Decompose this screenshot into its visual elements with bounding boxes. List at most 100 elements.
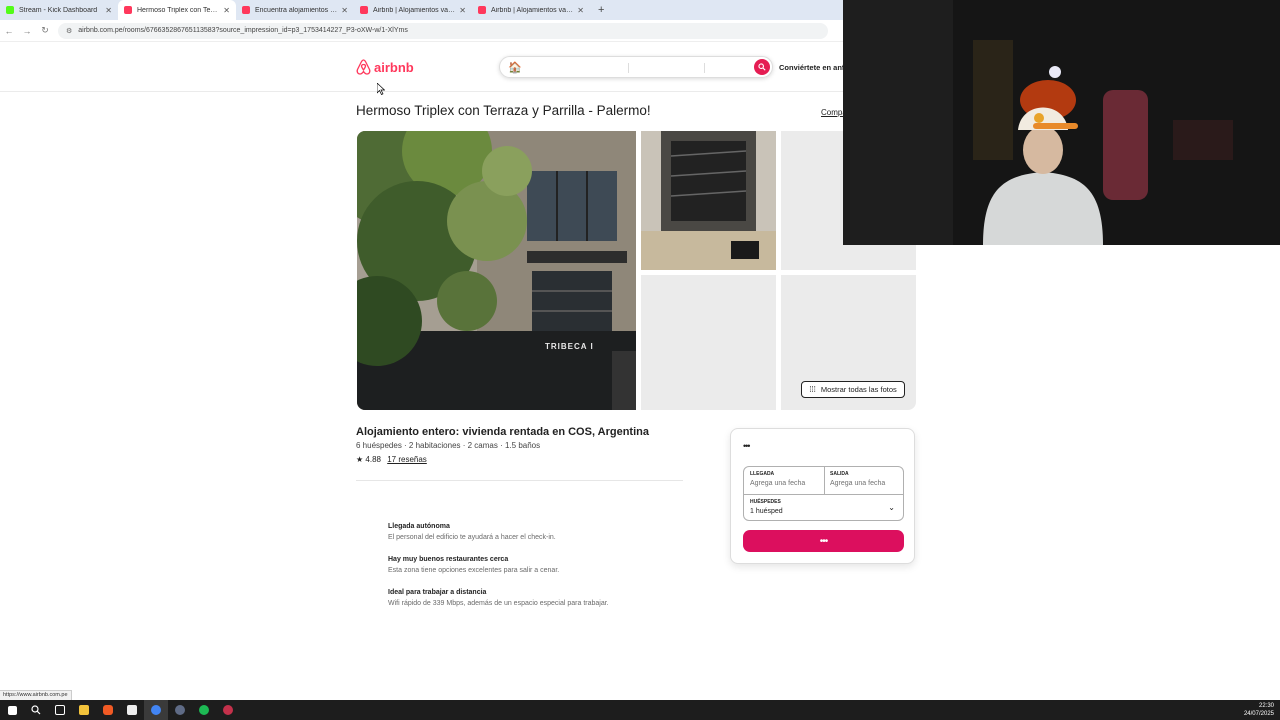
airbnb-favicon-icon xyxy=(360,6,368,14)
chrome-icon xyxy=(151,705,161,715)
spotify-icon xyxy=(199,705,209,715)
listing-title: Hermoso Triplex con Terraza y Parrilla -… xyxy=(356,103,651,118)
os-taskbar: 22:30 24/07/2025 xyxy=(0,700,1280,720)
listing-photo[interactable] xyxy=(641,131,776,270)
browser-tab-active[interactable]: Hermoso Triplex con Terraza y Parrilla -… xyxy=(118,0,236,20)
tab-title: Hermoso Triplex con Terraza y Parrilla -… xyxy=(137,6,219,14)
logo-text: airbnb xyxy=(374,59,414,75)
close-tab-icon[interactable]: ✕ xyxy=(577,6,584,15)
building-sign-text: TRIBECA I xyxy=(545,342,594,351)
browser-tab[interactable]: Airbnb | Alojamientos vacacionales ✕ xyxy=(354,0,472,20)
checkin-value: Agrega una fecha xyxy=(750,480,806,487)
taskbar-app[interactable] xyxy=(96,700,120,720)
grid-icon: ⁞⁞⁞ xyxy=(809,385,816,394)
reserve-button[interactable]: ••• xyxy=(743,530,904,552)
url-text: airbnb.com.pe/rooms/676635286765113583?s… xyxy=(78,27,408,34)
back-icon[interactable]: ← xyxy=(0,26,18,36)
browser-tab[interactable]: Encuentra alojamientos en Lima ✕ xyxy=(236,0,354,20)
close-tab-icon[interactable]: ✕ xyxy=(223,6,230,15)
folder-icon xyxy=(79,705,89,715)
checkout-label: SALIDA xyxy=(830,471,849,477)
show-all-photos-button[interactable]: ⁞⁞⁞ Mostrar todas las fotos xyxy=(801,381,905,398)
highlight-heading: Llegada autónoma xyxy=(388,523,450,530)
search-icon xyxy=(31,705,41,715)
reserve-loading-indicator: ••• xyxy=(819,535,828,547)
webcam-overlay xyxy=(843,0,1280,245)
tab-title: Encuentra alojamientos en Lima xyxy=(255,6,338,14)
system-clock[interactable]: 22:30 24/07/2025 xyxy=(1244,702,1274,718)
checkout-value: Agrega una fecha xyxy=(830,480,886,487)
browser-tab[interactable]: Stream - Kick Dashboard ✕ xyxy=(0,0,118,20)
search-divider xyxy=(628,63,629,73)
taskbar-app-active[interactable] xyxy=(144,700,168,720)
guests-selector[interactable]: HUÉSPEDES 1 huésped xyxy=(744,495,903,519)
close-tab-icon[interactable]: ✕ xyxy=(105,6,112,15)
price-loading-indicator: ••• xyxy=(743,441,751,451)
chevron-down-icon[interactable]: ⌄ xyxy=(888,503,895,512)
tab-title: Airbnb | Alojamientos vacacionales xyxy=(491,6,574,14)
task-view-button[interactable] xyxy=(48,700,72,720)
highlight-detail: Esta zona tiene opciones excelentes para… xyxy=(388,567,560,574)
search-button[interactable] xyxy=(754,59,770,75)
close-tab-icon[interactable]: ✕ xyxy=(341,6,348,15)
highlight-heading: Hay muy buenos restaurantes cerca xyxy=(388,556,509,563)
section-divider xyxy=(356,480,683,481)
taskbar-app[interactable] xyxy=(192,700,216,720)
close-tab-icon[interactable]: ✕ xyxy=(459,6,466,15)
staircase-photo-illustration xyxy=(641,131,776,270)
url-bar[interactable]: ⚙ airbnb.com.pe/rooms/676635286765113583… xyxy=(58,22,828,39)
airbnb-favicon-icon xyxy=(124,6,132,14)
brave-icon xyxy=(103,705,113,715)
search-taskbar-button[interactable] xyxy=(24,700,48,720)
checkin-label: LLEGADA xyxy=(750,471,775,477)
tab-title: Stream - Kick Dashboard xyxy=(19,6,98,14)
clock-date: 24/07/2025 xyxy=(1243,711,1274,717)
forward-icon[interactable]: → xyxy=(18,26,36,36)
guests-value: 1 huésped xyxy=(750,508,783,515)
search-bar[interactable]: 🏠 xyxy=(499,56,773,78)
task-view-icon xyxy=(55,705,65,715)
tab-title: Airbnb | Alojamientos vacacionales xyxy=(373,6,456,14)
app-icon xyxy=(223,705,233,715)
main-listing-photo[interactable]: TRIBECA I xyxy=(357,131,636,410)
status-url-tooltip: https://www.airbnb.com.pe xyxy=(0,690,72,700)
start-button[interactable] xyxy=(0,700,24,720)
checkin-field[interactable]: LLEGADA Agrega una fecha xyxy=(744,467,811,491)
new-tab-button[interactable]: + xyxy=(590,0,612,20)
taskbar-app[interactable] xyxy=(72,700,96,720)
booking-inputs: LLEGADA Agrega una fecha SALIDA Agrega u… xyxy=(743,466,904,521)
guests-label: HUÉSPEDES xyxy=(750,499,781,505)
airbnb-logo[interactable]: airbnb xyxy=(356,59,414,75)
browser-tab[interactable]: Airbnb | Alojamientos vacacionales ✕ xyxy=(472,0,590,20)
site-info-icon[interactable]: ⚙ xyxy=(66,27,72,35)
airbnb-logo-icon xyxy=(356,59,371,75)
taskbar-app[interactable] xyxy=(168,700,192,720)
reload-icon[interactable]: ↻ xyxy=(36,25,54,36)
kick-favicon-icon xyxy=(6,6,14,14)
airbnb-favicon-icon xyxy=(478,6,486,14)
obs-icon xyxy=(175,705,185,715)
taskbar-app[interactable] xyxy=(216,700,240,720)
highlight-heading: Ideal para trabajar a distancia xyxy=(388,589,487,596)
listing-meta: 6 huéspedes · 2 habitaciones · 2 camas ·… xyxy=(356,441,541,450)
search-divider xyxy=(704,63,705,73)
streamer-webcam-illustration xyxy=(843,0,1280,245)
checkout-field[interactable]: SALIDA Agrega una fecha xyxy=(824,467,891,491)
search-icon xyxy=(758,63,766,71)
taskbar-app[interactable] xyxy=(120,700,144,720)
listing-photo-placeholder[interactable] xyxy=(641,275,776,410)
highlight-item: Llegada autónoma El personal del edifici… xyxy=(388,523,556,541)
highlight-item: Hay muy buenos restaurantes cerca Esta z… xyxy=(388,556,559,574)
booking-card: ••• LLEGADA Agrega una fecha SALIDA Agre… xyxy=(730,428,915,564)
rating-value: ★ 4.88 xyxy=(356,455,381,464)
calendar-icon xyxy=(127,705,137,715)
highlight-detail: El personal del edificio te ayudará a ha… xyxy=(388,534,556,541)
show-all-photos-label: Mostrar todas las fotos xyxy=(820,385,897,394)
home-icon: 🏠 xyxy=(508,61,522,74)
building-photo-illustration xyxy=(357,131,636,410)
highlight-item: Ideal para trabajar a distancia Wifi ráp… xyxy=(388,589,609,607)
mouse-cursor-icon xyxy=(377,83,385,95)
listing-subtitle: Alojamiento entero: vivienda rentada en … xyxy=(356,426,649,438)
highlight-detail: Wifi rápido de 339 Mbps, además de un es… xyxy=(388,600,609,607)
reviews-link[interactable]: 17 reseñas xyxy=(387,455,427,464)
